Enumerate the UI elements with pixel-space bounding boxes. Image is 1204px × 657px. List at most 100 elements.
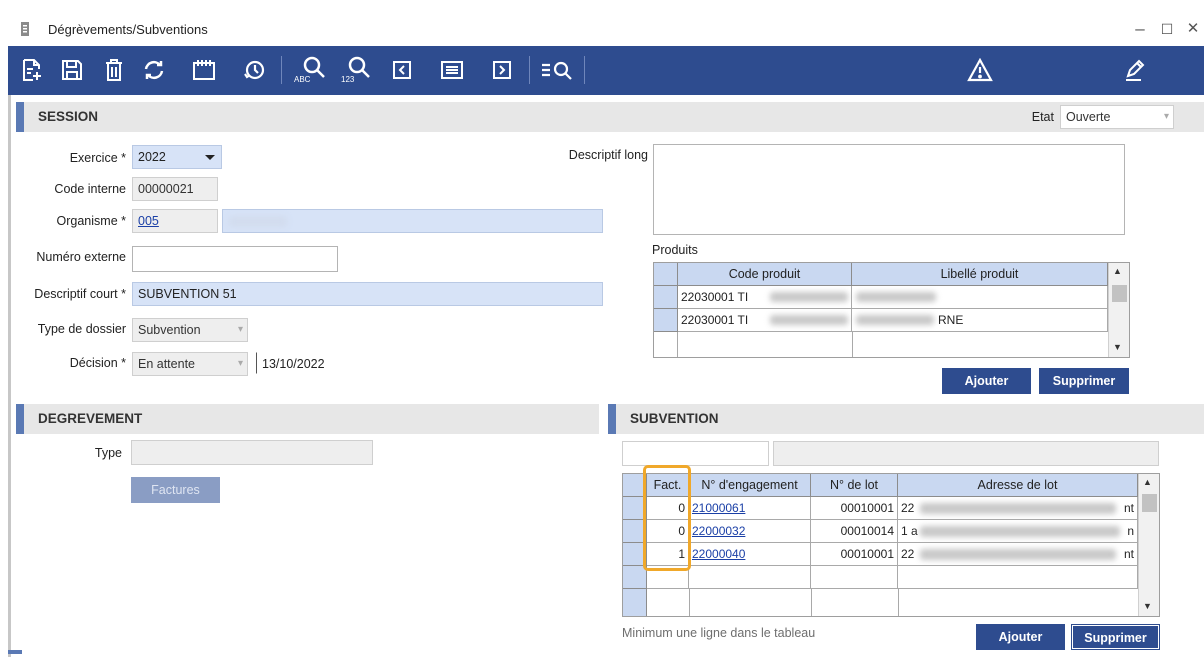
scroll-down-icon[interactable]: ▼ [1113, 342, 1122, 352]
redacted-text [920, 503, 1116, 514]
maximize-button[interactable]: ☐ [1156, 18, 1178, 40]
table-cell[interactable]: RNE [852, 309, 1108, 332]
degrevement-title: DEGREVEMENT [38, 411, 143, 426]
redacted-text [920, 549, 1116, 560]
organisme-name-field [222, 209, 603, 233]
delete-icon[interactable] [98, 54, 130, 86]
search-number-icon[interactable]: 123 [336, 54, 376, 86]
decision-select[interactable]: En attente ▾ [132, 352, 248, 376]
decision-label: Décision * [69, 356, 126, 370]
scroll-thumb[interactable] [1112, 285, 1127, 302]
table-cell[interactable]: 22030001 TI [678, 309, 852, 332]
exercice-value: 2022 [138, 150, 166, 164]
degrevement-header: DEGREVEMENT [16, 404, 599, 434]
column-header[interactable]: N° d'engagement [689, 474, 811, 497]
column-header[interactable]: N° de lot [811, 474, 898, 497]
adresse-cell[interactable]: 22 nt [898, 543, 1138, 566]
engagement-link[interactable]: 22000032 [689, 520, 811, 543]
row-selector[interactable] [654, 286, 678, 309]
code-interne-label: Code interne [54, 182, 126, 196]
chevron-down-icon [205, 155, 215, 160]
factures-button[interactable]: Factures [131, 477, 220, 503]
edit-note-icon[interactable] [1118, 54, 1150, 86]
produits-grid: Code produit Libellé produit 22030001 TI… [653, 262, 1130, 358]
produits-label: Produits [652, 243, 698, 257]
close-button[interactable]: ✕ [1182, 18, 1204, 40]
exercice-select[interactable]: 2022 [132, 145, 222, 169]
scroll-down-icon[interactable]: ▼ [1143, 601, 1152, 611]
window-title: Dégrèvements/Subventions [48, 22, 208, 37]
lot-cell[interactable]: 00010001 [811, 497, 898, 520]
row-selector[interactable] [623, 589, 647, 616]
minimize-button[interactable]: – [1129, 18, 1151, 40]
etat-label: Etat [1031, 110, 1054, 124]
subvention-code-field [622, 441, 769, 466]
toolbar-separator [281, 56, 282, 84]
filter-search-icon[interactable] [538, 54, 578, 86]
type-dossier-label: Type de dossier [37, 322, 126, 336]
next-icon[interactable] [486, 54, 518, 86]
produits-add-button[interactable]: Ajouter [942, 368, 1031, 394]
warning-icon[interactable] [964, 54, 996, 86]
subvention-title: SUBVENTION [630, 411, 719, 426]
chevron-down-icon: ▾ [1163, 111, 1169, 122]
adresse-cell[interactable]: 22 nt [898, 497, 1138, 520]
numero-externe-label: Numéro externe [36, 250, 126, 264]
chevron-down-icon: ▾ [237, 324, 243, 335]
save-icon[interactable] [56, 54, 88, 86]
adresse-cell[interactable]: 1 a n [898, 520, 1138, 543]
decision-value: En attente [138, 357, 195, 371]
frame-accent [8, 650, 22, 654]
search-text-icon[interactable]: ABC [291, 54, 331, 86]
decision-date-input[interactable]: 13/10/2022 [256, 352, 360, 374]
organisme-code-field[interactable]: 005 [132, 209, 218, 233]
exercice-label: Exercice * [69, 151, 126, 165]
subvention-delete-button[interactable]: Supprimer [1071, 624, 1160, 650]
engagement-link[interactable]: 21000061 [689, 497, 811, 520]
column-header[interactable]: Adresse de lot [898, 474, 1138, 497]
new-record-icon[interactable] [16, 54, 48, 86]
calendar-icon[interactable] [188, 54, 220, 86]
lot-cell[interactable]: 00010014 [811, 520, 898, 543]
type-dossier-select[interactable]: Subvention ▾ [132, 318, 248, 342]
type-label: Type [94, 446, 122, 460]
table-cell[interactable]: 22030001 TI [678, 286, 852, 309]
code-interne-field: 00000021 [132, 177, 218, 201]
refresh-icon[interactable] [138, 54, 170, 86]
scroll-up-icon[interactable]: ▲ [1143, 477, 1152, 487]
toolbar-separator [584, 56, 585, 84]
toolbar-separator [529, 56, 530, 84]
app-icon [18, 21, 32, 37]
table-cell[interactable] [852, 286, 1108, 309]
engagement-link[interactable]: 22000040 [689, 543, 811, 566]
descriptif-court-input[interactable]: SUBVENTION 51 [132, 282, 603, 306]
history-icon[interactable] [238, 54, 270, 86]
session-header: SESSION Etat Ouverte ▾ [16, 102, 1204, 132]
redacted-text [920, 526, 1120, 537]
etat-value: Ouverte [1066, 110, 1111, 124]
subvention-add-button[interactable]: Ajouter [976, 624, 1065, 650]
organisme-label: Organisme * [56, 214, 126, 228]
list-view-icon[interactable] [436, 54, 468, 86]
descriptif-court-label: Descriptif court * [34, 287, 126, 301]
scrollbar[interactable]: ▲ ▼ [1138, 474, 1159, 616]
chevron-down-icon: ▾ [237, 358, 243, 369]
scrollbar[interactable]: ▲ ▼ [1108, 263, 1129, 357]
previous-icon[interactable] [386, 54, 418, 86]
row-selector[interactable] [654, 309, 678, 332]
etat-select[interactable]: Ouverte ▾ [1060, 105, 1174, 129]
toolbar: ABC 123 [8, 46, 1204, 95]
produits-delete-button[interactable]: Supprimer [1039, 368, 1129, 394]
lot-cell[interactable]: 00010001 [811, 543, 898, 566]
session-title: SESSION [38, 109, 99, 124]
search-number-sub: 123 [341, 75, 355, 84]
column-header[interactable]: Code produit [678, 263, 852, 286]
numero-externe-input[interactable] [132, 246, 338, 272]
highlight-box [643, 465, 691, 571]
scroll-up-icon[interactable]: ▲ [1113, 266, 1122, 276]
column-header[interactable]: Libellé produit [852, 263, 1108, 286]
scroll-thumb[interactable] [1142, 494, 1157, 512]
descriptif-long-textarea[interactable] [653, 144, 1125, 235]
redacted-text [770, 292, 848, 302]
subvention-grid: Fact. N° d'engagement N° de lot Adresse … [622, 473, 1160, 617]
